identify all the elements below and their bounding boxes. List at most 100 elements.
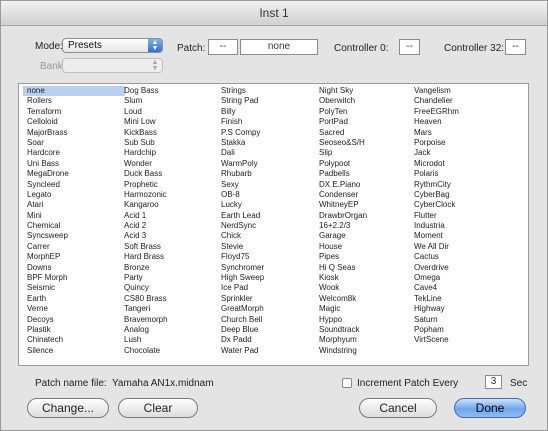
patch-list-item[interactable]: Chemical [23,221,125,231]
patch-list-item[interactable]: Earth Lead [217,211,319,221]
patch-list-item[interactable]: PortPad [315,117,417,127]
patch-list-item[interactable]: Acid 3 [120,231,222,241]
patch-list-item[interactable]: Plastik [23,325,125,335]
patch-list-item[interactable]: Soft Brass [120,242,222,252]
patch-list-item[interactable]: GreatMorph [217,304,319,314]
patch-list-item[interactable]: Atari [23,200,125,210]
patch-list-item[interactable]: Mini Low [120,117,222,127]
patch-list-item[interactable]: NerdSync [217,221,319,231]
patch-list-item[interactable]: Slip [315,148,417,158]
patch-list-item[interactable]: String Pad [217,96,319,106]
bank-popup[interactable]: ▲ ▼ [62,58,163,73]
patch-list-item[interactable]: Soar [23,138,125,148]
patch-list-item[interactable]: Stakka [217,138,319,148]
patch-list-item[interactable]: Stevie [217,242,319,252]
patch-list-item[interactable]: House [315,242,417,252]
patch-list-item[interactable]: Rollers [23,96,125,106]
patch-list-item[interactable]: Pipes [315,252,417,262]
patch-list-item[interactable]: Hard Brass [120,252,222,262]
patch-list-item[interactable]: Overdrive [410,263,512,273]
patch-list-item[interactable]: Sexy [217,180,319,190]
patch-list-item[interactable]: Sub Sub [120,138,222,148]
patch-list-item[interactable]: Porpoise [410,138,512,148]
patch-list-item[interactable]: OB-8 [217,190,319,200]
patch-list-item[interactable]: Hardchip [120,148,222,158]
patch-list-item[interactable]: WarmPoly [217,159,319,169]
patch-list-item[interactable]: Hyppo [315,315,417,325]
patch-list-item[interactable]: Strings [217,86,319,96]
patch-list-item[interactable]: Cave4 [410,283,512,293]
patch-list-item[interactable]: none [23,86,125,97]
patch-list-item[interactable]: Wonder [120,159,222,169]
patch-list-item[interactable]: Chocolate [120,346,222,356]
patch-list[interactable]: none Rollers Terraform Celloloid MajorBrass S… [18,83,529,366]
patch-list-item[interactable]: FreeEGRhm [410,107,512,117]
patch-list-item[interactable]: TekLine [410,294,512,304]
patch-list-item[interactable]: Legato [23,190,125,200]
patch-list-item[interactable]: Hi Q Seas [315,263,417,273]
patch-list-item[interactable]: Syncsweep [23,231,125,241]
clear-button[interactable]: Clear [118,398,198,418]
patch-list-item[interactable]: Deep Blue [217,325,319,335]
patch-list-item[interactable]: Silence [23,346,125,356]
patch-list-item[interactable]: Padbells [315,169,417,179]
patch-list-item[interactable]: Uni Bass [23,159,125,169]
increment-seconds-field[interactable]: 3 [485,375,502,389]
patch-list-item[interactable]: Welcom8k [315,294,417,304]
patch-list-item[interactable]: MajorBrass [23,128,125,138]
patch-name-field[interactable]: none [240,39,318,55]
patch-list-item[interactable]: Sprinkler [217,294,319,304]
patch-list-item[interactable]: Ice Pad [217,283,319,293]
patch-list-item[interactable]: Downs [23,263,125,273]
patch-list-item[interactable]: Garage [315,231,417,241]
patch-list-item[interactable]: Floyd75 [217,252,319,262]
controller0-field[interactable]: -- [399,39,420,55]
patch-list-item[interactable]: Saturn [410,315,512,325]
patch-list-item[interactable]: Church Bell [217,315,319,325]
patch-list-item[interactable]: Acid 2 [120,221,222,231]
patch-list-item[interactable]: Terraform [23,107,125,117]
done-button[interactable]: Done [454,398,526,418]
patch-list-item[interactable]: Vangelism [410,86,512,96]
patch-list-item[interactable]: Chinatech [23,335,125,345]
patch-list-item[interactable]: DX E.Piano [315,180,417,190]
patch-list-item[interactable]: Quincy [120,283,222,293]
patch-list-item[interactable]: Slum [120,96,222,106]
patch-list-item[interactable]: Cactus [410,252,512,262]
patch-list-item[interactable]: Seoseo&S/H [315,138,417,148]
patch-list-item[interactable]: Polypoot [315,159,417,169]
patch-list-item[interactable]: Billy [217,107,319,117]
window-titlebar[interactable]: Inst 1 [1,1,547,26]
patch-list-item[interactable]: PolyTen [315,107,417,117]
patch-list-item[interactable]: DrawbrOrgan [315,211,417,221]
patch-list-item[interactable]: Carrer [23,242,125,252]
patch-list-item[interactable]: CyberClock [410,200,512,210]
patch-list-item[interactable]: Industria [410,221,512,231]
patch-list-item[interactable]: Chandelier [410,96,512,106]
patch-list-item[interactable]: Condenser [315,190,417,200]
patch-list-item[interactable]: Chick [217,231,319,241]
patch-number-field[interactable]: -- [208,39,238,55]
patch-list-item[interactable]: MorphEP [23,252,125,262]
patch-list-item[interactable]: Kangaroo [120,200,222,210]
patch-list-item[interactable]: Hardcore [23,148,125,158]
patch-list-item[interactable]: Loud [120,107,222,117]
patch-list-item[interactable]: Microdot [410,159,512,169]
patch-list-item[interactable]: Analog [120,325,222,335]
patch-list-item[interactable]: Duck Bass [120,169,222,179]
patch-list-item[interactable]: Celloloid [23,117,125,127]
controller32-field[interactable]: -- [505,39,526,55]
change-button[interactable]: Change... [27,398,109,418]
patch-list-item[interactable]: Heaven [410,117,512,127]
patch-list-item[interactable]: WhitneyEP [315,200,417,210]
patch-list-item[interactable]: Decoys [23,315,125,325]
patch-list-item[interactable]: Wook [315,283,417,293]
patch-list-item[interactable]: Jack [410,148,512,158]
increment-patch-checkbox[interactable] [342,378,352,388]
patch-list-item[interactable]: High Sweep [217,273,319,283]
mode-popup[interactable]: Presets ▲ ▼ [62,38,163,53]
patch-list-item[interactable]: Rhubarb [217,169,319,179]
patch-list-item[interactable]: Night Sky [315,86,417,96]
patch-list-item[interactable]: Tangeri [120,304,222,314]
patch-list-item[interactable]: Prophetic [120,180,222,190]
